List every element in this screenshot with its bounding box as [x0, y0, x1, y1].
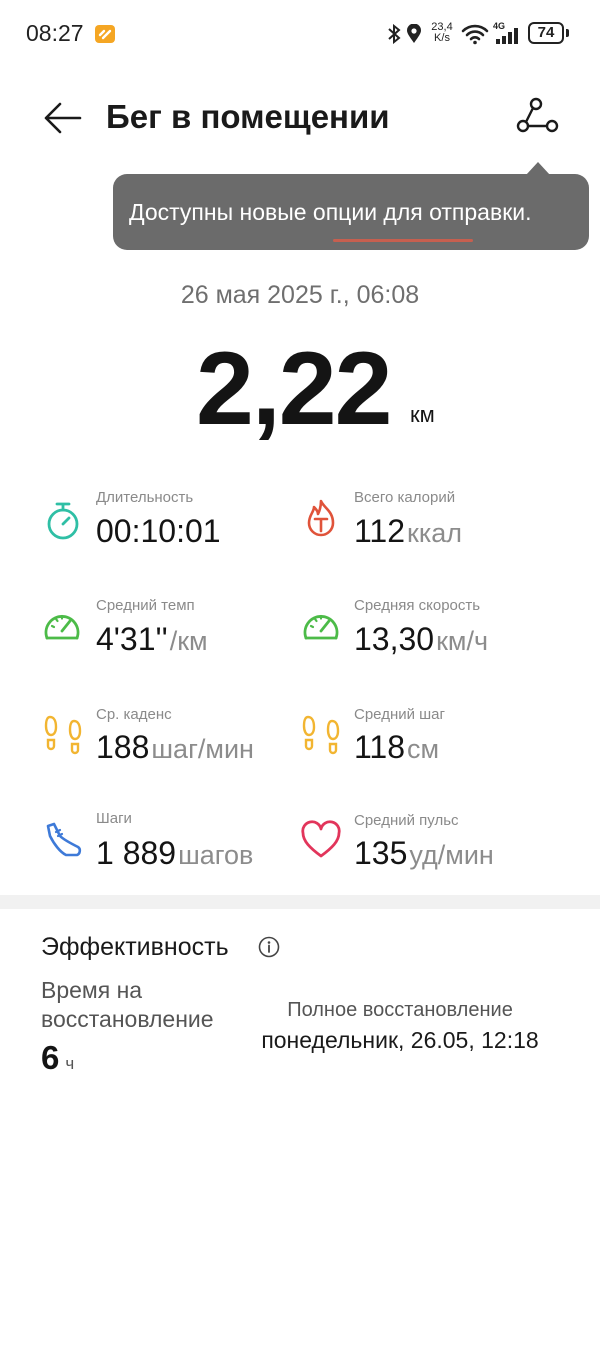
speedometer-icon: [44, 614, 80, 640]
page-title: Бег в помещении: [106, 98, 390, 135]
back-button[interactable]: [40, 98, 84, 138]
location-icon: [407, 24, 421, 43]
route-share-button[interactable]: [512, 96, 560, 140]
recovery-number: 6: [41, 1039, 60, 1076]
stat-number: 00:10:01: [96, 513, 221, 549]
stat-label-stride: Средний шаг: [354, 706, 445, 723]
section-divider: [0, 895, 600, 909]
stat-value-cadence: 188шаг/мин: [96, 729, 254, 766]
efficiency-title: Эффективность: [41, 933, 229, 961]
distance-value: 2,22: [196, 331, 392, 447]
stat-number: 118: [354, 729, 406, 765]
stat-number: 135: [354, 835, 408, 871]
bluetooth-icon: [388, 24, 401, 44]
app-notification-icon: [95, 25, 115, 43]
stat-value-duration: 00:10:01: [96, 513, 221, 550]
signal-icon: [496, 28, 518, 44]
stat-label-heart-rate: Средний пульс: [354, 812, 459, 829]
workout-date: 26 мая 2025 г., 06:08: [180, 281, 420, 309]
flame-icon: [307, 499, 335, 537]
stat-number: 188: [96, 729, 150, 765]
stat-unit: км/ч: [436, 626, 489, 656]
shoe-icon: [46, 822, 82, 857]
full-recovery-label: Полное восстановление: [287, 999, 513, 1021]
net-speed: 23,4 K/s: [427, 22, 457, 44]
distance-unit: км: [410, 402, 435, 427]
heart-icon: [301, 820, 341, 858]
stat-label-duration: Длительность: [96, 489, 194, 506]
footprints-icon: [44, 715, 82, 755]
stat-number: 4'31'': [96, 621, 168, 657]
stat-value-heart-rate: 135уд/мин: [354, 835, 494, 872]
recovery-unit: ч: [65, 1054, 75, 1073]
stat-number: 1 889: [96, 835, 177, 871]
tooltip-text: Доступны новые опции для отправки.: [129, 199, 532, 225]
stat-value-steps: 1 889шагов: [96, 835, 253, 872]
footprints-icon: [302, 715, 340, 755]
stat-value-calories: 112ккал: [354, 513, 462, 550]
battery-indicator: 74: [528, 22, 564, 44]
stat-label-steps: Шаги: [96, 810, 132, 827]
stopwatch-icon: [47, 502, 79, 540]
info-icon[interactable]: [258, 936, 280, 958]
stat-unit: см: [407, 734, 440, 764]
net-speed-unit: K/s: [434, 32, 450, 44]
status-time: 08:27: [26, 20, 84, 46]
stat-value-pace: 4'31''/км: [96, 621, 208, 658]
battery-tip: [566, 29, 569, 37]
full-recovery-value: понедельник, 26.05, 12:18: [261, 1027, 539, 1053]
recovery-time-label: Время на восстановление: [41, 977, 214, 1032]
stat-unit: шаг/мин: [151, 734, 254, 764]
wifi-icon: [461, 24, 489, 45]
stat-label-calories: Всего калорий: [354, 489, 456, 506]
stat-number: 112: [354, 513, 406, 549]
stat-unit: ккал: [407, 518, 463, 548]
stat-unit: уд/мин: [409, 840, 494, 870]
recovery-time-value: 6ч: [41, 1039, 74, 1077]
stat-unit: шагов: [178, 840, 254, 870]
stat-label-cadence: Ср. каденс: [96, 706, 172, 723]
stat-value-stride: 118см: [354, 729, 439, 766]
tab-underline: [333, 239, 473, 242]
speedometer-icon: [303, 614, 339, 640]
stat-label-pace: Средний темп: [96, 597, 195, 614]
stat-number: 13,30: [354, 621, 435, 657]
stat-value-speed: 13,30км/ч: [354, 621, 488, 658]
stat-label-speed: Средняя скорость: [354, 597, 481, 614]
stat-unit: /км: [169, 626, 208, 656]
